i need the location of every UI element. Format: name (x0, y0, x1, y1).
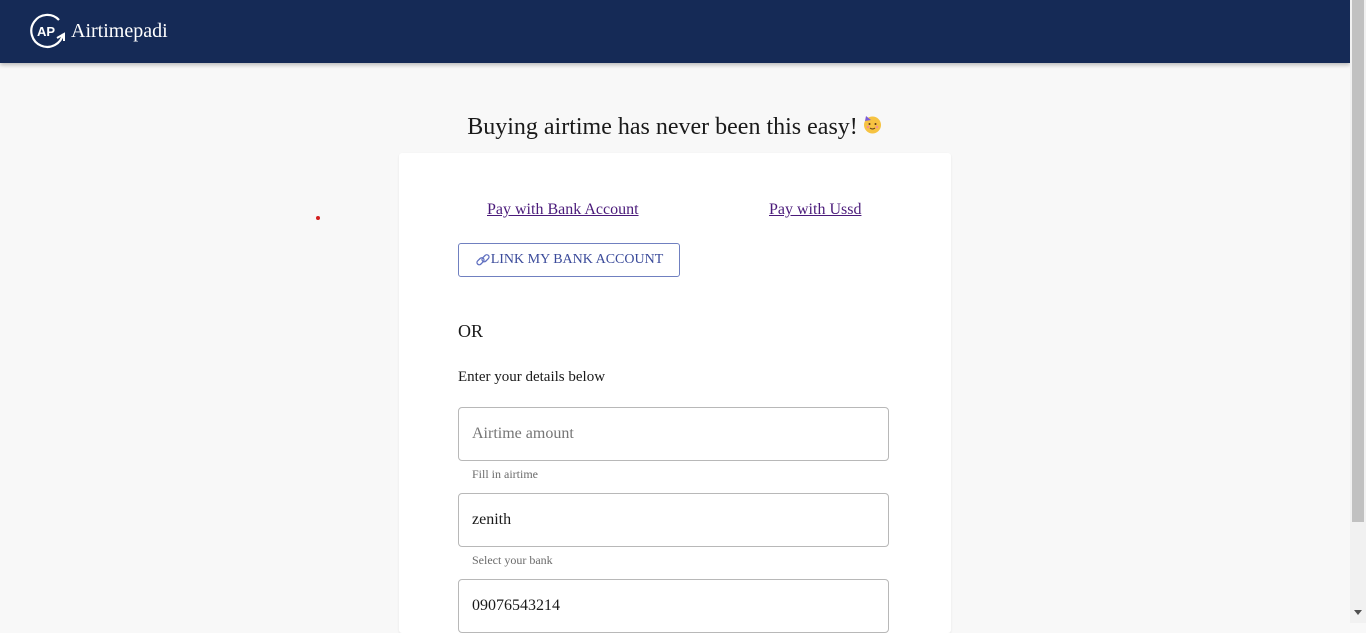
scroll-down-arrow-icon[interactable] (1354, 610, 1362, 615)
page-scrollbar[interactable] (1350, 0, 1366, 623)
payment-card: Pay with Bank Account Pay with Ussd LINK… (399, 153, 951, 633)
airtime-amount-input[interactable] (459, 408, 888, 460)
phone-field[interactable] (458, 579, 889, 633)
or-divider-text: OR (458, 321, 484, 341)
link-bank-account-label: LINK MY BANK ACCOUNT (490, 252, 664, 267)
airtime-amount-field[interactable] (458, 407, 889, 461)
tab-pay-with-bank-account[interactable]: Pay with Bank Account (487, 201, 639, 219)
page-headline: Buying airtime has never been this easy! (0, 113, 1350, 141)
bank-helper: Select your bank (472, 553, 553, 567)
top-navbar: AP Airtimepadi (0, 0, 1350, 63)
airtime-amount-helper: Fill in airtime (472, 467, 538, 481)
party-face-icon (862, 113, 883, 134)
bank-input[interactable] (459, 494, 888, 546)
tab-pay-with-ussd[interactable]: Pay with Ussd (769, 201, 861, 219)
logo-mark-text: AP (37, 24, 55, 39)
bank-field[interactable] (458, 493, 889, 547)
phone-input[interactable] (459, 580, 888, 632)
details-instruction: Enter your details below (458, 369, 606, 385)
brand-name: Airtimepadi (71, 19, 168, 42)
decorative-dot (316, 216, 320, 220)
ap-logo-icon: AP (29, 12, 67, 50)
headline-text: Buying airtime has never been this easy! (467, 114, 858, 140)
link-bank-account-button[interactable]: LINK MY BANK ACCOUNT (458, 243, 680, 277)
brand-logo[interactable]: AP Airtimepadi (29, 12, 168, 50)
link-icon (475, 252, 491, 268)
scrollbar-thumb[interactable] (1352, 0, 1364, 522)
